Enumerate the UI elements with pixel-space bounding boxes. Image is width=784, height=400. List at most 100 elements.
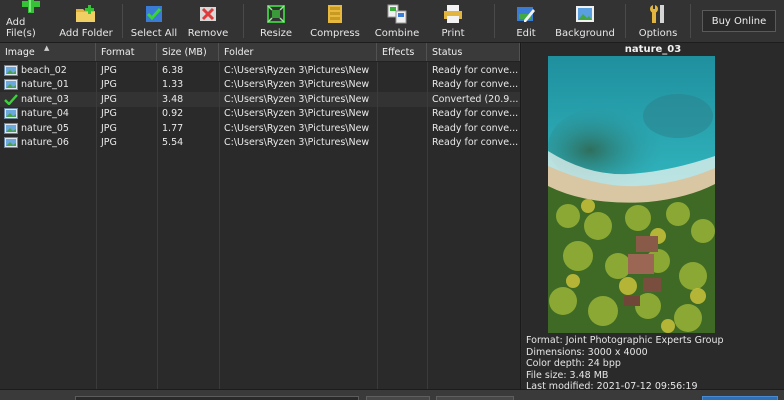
column-header-image[interactable]: Image ▲ (0, 43, 96, 61)
format-cell: JPG (101, 93, 117, 105)
size-cell: 0.92 (162, 108, 184, 120)
table-row-selected[interactable]: nature_03 JPG 3.48 C:\Users\Ryzen 3\Pict… (0, 92, 520, 107)
table-row[interactable]: nature_06 JPG 5.54 C:\Users\Ryzen 3\Pict… (0, 136, 520, 151)
size-cell: 1.77 (162, 122, 184, 134)
toolbar-separator (690, 4, 691, 38)
effects-cell (377, 121, 427, 136)
column-divider (219, 62, 220, 389)
column-divider (427, 62, 428, 389)
plus-icon (20, 0, 42, 14)
background-icon (574, 3, 596, 25)
resize-icon (265, 3, 287, 25)
column-divider (96, 62, 97, 389)
folder-cell: C:\Users\Ryzen 3\Pictures\New (224, 137, 370, 149)
status-cell: Ready for conve... (432, 108, 519, 120)
size-cell: 5.54 (162, 137, 184, 149)
image-file-icon (4, 64, 18, 76)
effects-cell (377, 92, 427, 107)
print-icon (442, 3, 464, 25)
bottom-bar (0, 389, 784, 400)
edit-icon (515, 3, 537, 25)
resize-button[interactable]: Resize (250, 0, 302, 42)
options-button[interactable]: Options (632, 0, 684, 42)
column-header-status[interactable]: Status (427, 43, 520, 61)
select-all-button[interactable]: Select All (129, 0, 179, 42)
app-window: Add File(s) Add Folder Select All Remove (0, 0, 784, 400)
combine-icon (386, 3, 408, 25)
add-files-button[interactable]: Add File(s) (6, 0, 56, 42)
remove-button[interactable]: Remove (179, 0, 237, 42)
table-row[interactable]: nature_04 JPG 0.92 C:\Users\Ryzen 3\Pict… (0, 107, 520, 122)
image-file-icon (4, 108, 18, 120)
column-header-format[interactable]: Format (96, 43, 157, 61)
status-cell: Ready for conve... (432, 79, 519, 91)
image-name: beach_02 (21, 64, 67, 76)
table-row[interactable]: nature_05 JPG 1.77 C:\Users\Ryzen 3\Pict… (0, 121, 520, 136)
column-header-folder[interactable]: Folder (219, 43, 377, 61)
format-cell: JPG (101, 122, 117, 134)
format-cell: JPG (101, 137, 117, 149)
preview-info: Format: Joint Photographic Experts Group… (526, 335, 724, 393)
preview-panel: nature_03 Format: Joint Photographic Exp… (522, 43, 784, 392)
column-divider (377, 62, 378, 389)
edit-button[interactable]: Edit (501, 0, 551, 42)
image-file-icon (4, 137, 18, 149)
image-file-icon (4, 79, 18, 91)
size-cell: 6.38 (162, 64, 184, 76)
compress-button[interactable]: Compress (302, 0, 368, 42)
image-name: nature_04 (21, 108, 69, 120)
image-name: nature_03 (21, 93, 69, 105)
toolbar-separator (494, 4, 495, 38)
toolbar-separator (122, 4, 123, 38)
toolbar: Add File(s) Add Folder Select All Remove (0, 0, 784, 43)
sort-ascending-icon: ▲ (44, 44, 50, 52)
status-cell: Ready for conve... (432, 64, 519, 76)
folder-plus-icon (75, 3, 97, 25)
info-dimensions: Dimensions: 3000 x 4000 (526, 346, 648, 358)
image-name: nature_06 (21, 137, 69, 149)
column-header-size[interactable]: Size (MB) (157, 43, 219, 61)
remove-icon (197, 3, 219, 25)
buy-online-button[interactable]: Buy Online (702, 10, 776, 32)
toolbar-separator (625, 4, 626, 38)
column-header-effects[interactable]: Effects (377, 43, 427, 61)
info-color-depth: Color depth: 24 bpp (526, 358, 621, 369)
info-file-size: File size: 3.48 MB (526, 369, 609, 381)
folder-cell: C:\Users\Ryzen 3\Pictures\New (224, 64, 370, 76)
bottom-button[interactable] (436, 396, 514, 400)
image-name: nature_05 (21, 122, 69, 134)
format-cell: JPG (101, 108, 117, 120)
output-folder-input[interactable] (75, 396, 359, 400)
effects-cell (377, 136, 427, 151)
status-cell: Ready for conve... (432, 122, 519, 134)
print-button[interactable]: Print (426, 0, 480, 42)
folder-cell: C:\Users\Ryzen 3\Pictures\New (224, 108, 370, 120)
toolbar-separator (243, 4, 244, 38)
file-list[interactable]: Image ▲ Format Size (MB) Folder Effects S… (0, 43, 521, 389)
effects-cell (377, 78, 427, 93)
folder-cell: C:\Users\Ryzen 3\Pictures\New (224, 122, 370, 134)
size-cell: 3.48 (162, 93, 184, 105)
image-file-icon (4, 122, 18, 134)
preview-title: nature_03 (624, 44, 682, 55)
wrench-icon (647, 3, 669, 25)
checklist-icon (143, 3, 165, 25)
table-header: Image ▲ Format Size (MB) Folder Effects S… (0, 43, 520, 62)
effects-cell (377, 63, 427, 78)
add-folder-button[interactable]: Add Folder (56, 0, 116, 42)
column-divider (157, 62, 158, 389)
combine-button[interactable]: Combine (368, 0, 426, 42)
size-cell: 1.33 (162, 79, 184, 91)
image-name: nature_01 (21, 79, 69, 91)
info-format: Format: Joint Photographic Experts Group (526, 335, 724, 346)
background-button[interactable]: Background (551, 0, 619, 42)
format-cell: JPG (101, 64, 117, 76)
convert-button[interactable] (702, 396, 778, 400)
folder-cell: C:\Users\Ryzen 3\Pictures\New (224, 93, 370, 105)
check-icon (4, 93, 18, 105)
bottom-button[interactable] (366, 396, 430, 400)
table-row[interactable]: nature_01 JPG 1.33 C:\Users\Ryzen 3\Pict… (0, 78, 520, 93)
table-row[interactable]: beach_02 JPG 6.38 C:\Users\Ryzen 3\Pictu… (0, 63, 520, 78)
compress-icon (324, 3, 346, 25)
status-cell: Converted (20.9... (432, 93, 519, 105)
